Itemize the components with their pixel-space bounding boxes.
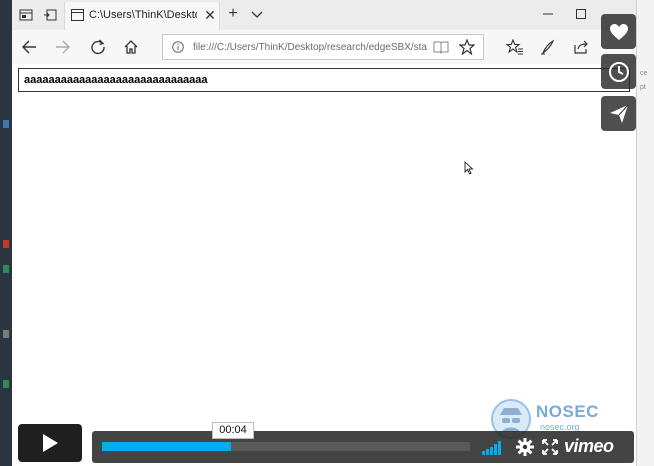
reading-view-icon[interactable] [433, 40, 449, 54]
nav-bar: file:///C:/Users/ThinK/Desktop/research/… [12, 30, 636, 64]
mouse-cursor-icon [464, 161, 474, 175]
set-aside-icon[interactable] [40, 5, 60, 25]
fullscreen-icon[interactable] [542, 439, 558, 455]
tab-active[interactable]: C:\Users\ThinK\Desktop ✕ [64, 2, 220, 30]
desktop-right-strip: ce pt [636, 0, 654, 466]
progress-fill [102, 442, 231, 451]
pen-icon[interactable] [537, 36, 559, 58]
address-text[interactable]: file:///C:/Users/ThinK/Desktop/research/… [193, 42, 429, 53]
heart-icon [609, 23, 628, 40]
new-tab-icon[interactable]: + [225, 6, 241, 22]
chevron-down-icon[interactable] [249, 6, 265, 22]
progress-bar[interactable] [102, 442, 470, 451]
time-tooltip: 00:04 [212, 422, 254, 439]
text-input[interactable] [18, 68, 630, 92]
watermark-title: NOSEC [536, 402, 599, 421]
forward-icon[interactable] [52, 36, 74, 58]
send-icon [609, 104, 628, 123]
share-video-button[interactable] [601, 96, 636, 131]
like-button[interactable] [601, 14, 636, 49]
share-icon[interactable] [570, 36, 592, 58]
vimeo-logo[interactable]: vimeo [564, 436, 614, 457]
address-bar[interactable]: file:///C:/Users/ThinK/Desktop/research/… [162, 34, 484, 60]
clock-icon [608, 61, 629, 82]
play-icon [43, 434, 58, 452]
back-icon[interactable] [18, 36, 40, 58]
tab-bar: C:\Users\ThinK\Desktop ✕ + [12, 0, 636, 30]
favorite-star-icon[interactable] [459, 39, 475, 55]
favorites-hub-icon[interactable] [504, 36, 526, 58]
home-icon[interactable] [120, 36, 142, 58]
volume-icon[interactable] [482, 439, 506, 455]
page-icon [71, 9, 84, 21]
maximize-icon[interactable] [570, 4, 592, 24]
gear-icon[interactable] [516, 438, 534, 456]
info-icon[interactable] [172, 41, 184, 53]
play-button[interactable] [18, 424, 82, 462]
browser-window: C:\Users\ThinK\Desktop ✕ + file:///C:/Us… [12, 0, 636, 466]
desktop-left-strip [0, 0, 12, 466]
player-controls: vimeo [92, 431, 634, 463]
minimize-icon[interactable] [537, 4, 559, 24]
watch-later-button[interactable] [601, 54, 636, 89]
tab-preview-icon[interactable] [16, 5, 36, 25]
refresh-icon[interactable] [87, 36, 109, 58]
nosec-watermark: NOSEC nosec.org [490, 398, 610, 439]
tab-title: C:\Users\ThinK\Desktop [89, 9, 197, 21]
close-icon[interactable]: ✕ [203, 8, 217, 22]
